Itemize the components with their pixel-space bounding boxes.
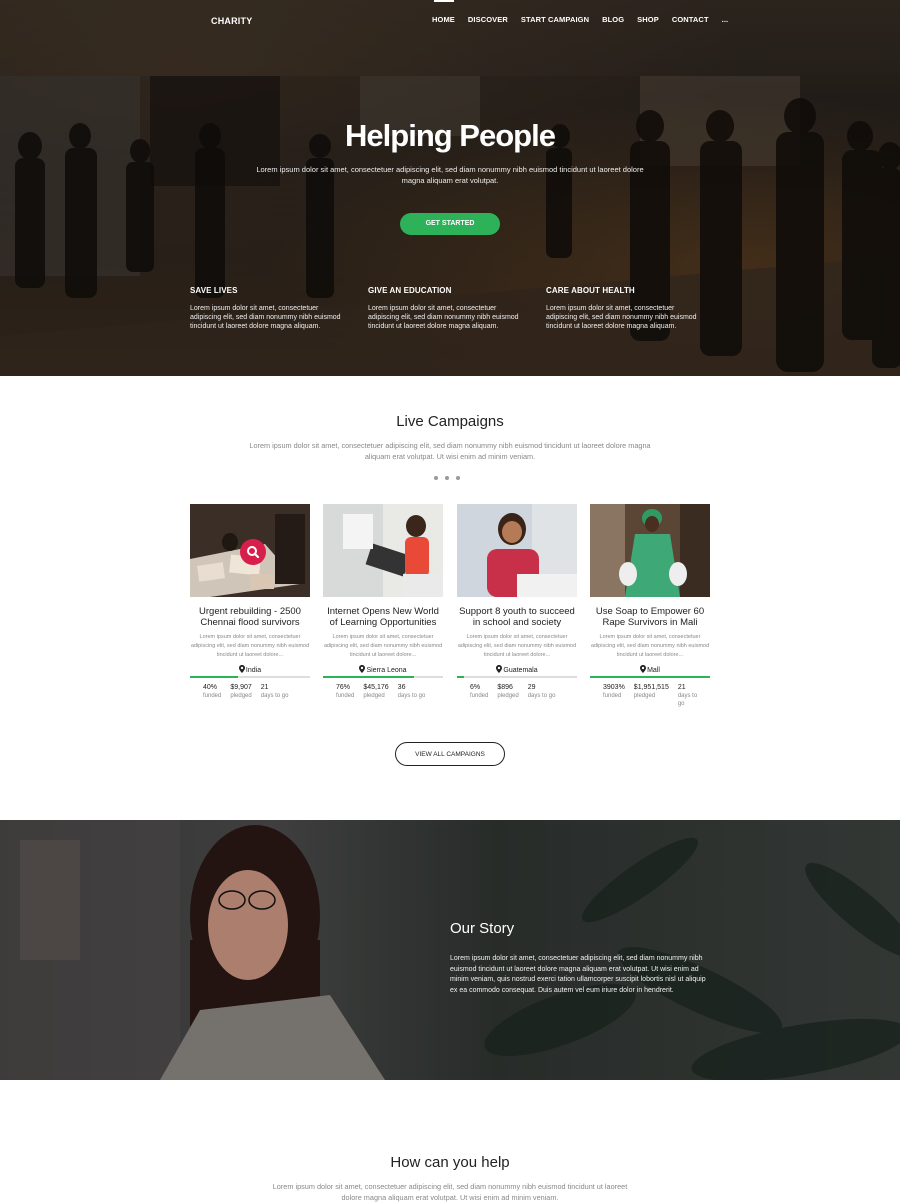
story-title: Our Story bbox=[450, 920, 515, 937]
campaigns-description: Lorem ipsum dolor sit amet, consectetuer… bbox=[249, 441, 651, 461]
campaign-stats: 6% funded $896 pledged 29 days to go bbox=[457, 684, 577, 700]
funded-label: funded bbox=[336, 693, 355, 699]
campaign-stats: 76% funded $45,176 pledged 36 days to go bbox=[323, 684, 443, 700]
campaign-image[interactable] bbox=[323, 504, 443, 597]
location-name: Sierra Leona bbox=[366, 667, 407, 674]
feature-text: Lorem ipsum dolor sit amet, consectetuer… bbox=[546, 305, 697, 330]
nav-start-campaign[interactable]: START CAMPAIGN bbox=[521, 15, 589, 24]
pledged-label: pledged bbox=[230, 693, 252, 699]
pledged-label: pledged bbox=[633, 693, 656, 699]
funded-label: funded bbox=[470, 693, 489, 699]
funded-label: funded bbox=[203, 693, 222, 699]
feature-title: GIVE AN EDUCATION bbox=[368, 286, 452, 295]
location-name: India bbox=[245, 667, 262, 674]
map-pin-icon bbox=[359, 665, 366, 673]
carousel-pager bbox=[434, 476, 460, 480]
campaign-card[interactable]: Support 8 youth to succeed in school and… bbox=[457, 504, 577, 700]
nav-blog[interactable]: BLOG bbox=[602, 15, 624, 24]
days-label: days to go bbox=[527, 693, 556, 699]
our-story-section: Our Story Lorem ipsum dolor sit amet, co… bbox=[0, 820, 900, 1080]
campaign-excerpt: Lorem ipsum dolor sit amet, consectetuer… bbox=[590, 634, 710, 658]
campaign-title[interactable]: Use Soap to Empower 60 Rape Survivors in… bbox=[590, 606, 710, 628]
campaign-title[interactable]: Urgent rebuilding - 2500 Chennai flood s… bbox=[190, 606, 310, 628]
feature-text: Lorem ipsum dolor sit amet, consectetuer… bbox=[368, 305, 519, 330]
campaign-excerpt: Lorem ipsum dolor sit amet, consectetuer… bbox=[323, 634, 443, 658]
days-label: days to go bbox=[397, 693, 426, 699]
pledged-value: $896 bbox=[497, 684, 513, 691]
campaign-image[interactable] bbox=[457, 504, 577, 597]
days-value: 21 bbox=[677, 684, 686, 691]
campaign-card[interactable]: Use Soap to Empower 60 Rape Survivors in… bbox=[590, 504, 710, 708]
funding-progress-bar bbox=[323, 676, 443, 678]
nav-shop[interactable]: SHOP bbox=[637, 15, 659, 24]
feature-education: GIVE AN EDUCATION Lorem ipsum dolor sit … bbox=[368, 286, 528, 331]
campaign-card[interactable]: Urgent rebuilding - 2500 Chennai flood s… bbox=[190, 504, 310, 700]
feature-save-lives: SAVE LIVES Lorem ipsum dolor sit amet, c… bbox=[190, 286, 350, 331]
days-value: 36 bbox=[397, 684, 406, 691]
map-pin-icon bbox=[238, 665, 245, 673]
funded-value: 3903% bbox=[603, 684, 625, 691]
main-nav: HOME DISCOVER START CAMPAIGN BLOG SHOP C… bbox=[432, 15, 728, 24]
nav-active-indicator bbox=[434, 0, 454, 2]
funded-value: 6% bbox=[470, 684, 481, 691]
location-name: Guatemala bbox=[503, 667, 538, 674]
campaign-title[interactable]: Support 8 youth to succeed in school and… bbox=[457, 606, 577, 628]
funded-value: 40% bbox=[203, 684, 218, 691]
site-logo[interactable]: CHARITY bbox=[211, 16, 252, 26]
nav-home[interactable]: HOME bbox=[432, 15, 455, 24]
days-label: days to go bbox=[260, 693, 289, 699]
story-text: Lorem ipsum dolor sit amet, consectetuer… bbox=[450, 955, 706, 994]
pledged-label: pledged bbox=[497, 693, 519, 699]
hero-title: Helping People bbox=[345, 118, 556, 153]
campaign-excerpt: Lorem ipsum dolor sit amet, consectetuer… bbox=[457, 634, 577, 658]
campaign-location: Sierra Leona bbox=[323, 665, 443, 674]
campaign-stats: 3903% funded $1,951,515 pledged 21 days to … bbox=[590, 684, 710, 708]
campaign-location: Mall bbox=[590, 665, 710, 674]
campaigns-title: Live Campaigns bbox=[396, 413, 504, 430]
campaign-image[interactable] bbox=[190, 504, 310, 597]
hero-subtitle: Lorem ipsum dolor sit amet, consectetuer… bbox=[256, 165, 644, 185]
pager-dot[interactable] bbox=[456, 476, 460, 480]
nav-more[interactable]: ... bbox=[722, 15, 729, 24]
campaign-location: India bbox=[190, 665, 310, 674]
view-all-campaigns-button[interactable]: VIEW ALL CAMPAIGNS bbox=[395, 742, 505, 766]
feature-title: SAVE LIVES bbox=[190, 286, 238, 295]
funding-progress-bar bbox=[457, 676, 577, 678]
campaign-image[interactable] bbox=[590, 504, 710, 597]
pledged-label: pledged bbox=[363, 693, 385, 699]
campaign-excerpt: Lorem ipsum dolor sit amet, consectetuer… bbox=[190, 634, 310, 658]
hero-section: CHARITY HOME DISCOVER START CAMPAIGN BLO… bbox=[0, 0, 900, 376]
pager-dot[interactable] bbox=[434, 476, 438, 480]
feature-text: Lorem ipsum dolor sit amet, consectetuer… bbox=[190, 305, 341, 330]
campaign-title[interactable]: Internet Opens New World of Learning Opp… bbox=[323, 606, 443, 628]
days-value: 21 bbox=[260, 684, 269, 691]
feature-health: CARE ABOUT HEALTH Lorem ipsum dolor sit … bbox=[546, 286, 706, 331]
campaign-card[interactable]: Internet Opens New World of Learning Opp… bbox=[323, 504, 443, 700]
pledged-value: $1,951,515 bbox=[633, 684, 669, 691]
feature-title: CARE ABOUT HEALTH bbox=[546, 286, 635, 295]
location-name: Mall bbox=[647, 667, 660, 674]
campaign-stats: 40% funded $9,907 pledged 21 days to go bbox=[190, 684, 310, 700]
map-pin-icon bbox=[640, 665, 647, 673]
search-icon[interactable] bbox=[240, 539, 266, 565]
funding-progress-bar bbox=[590, 676, 710, 678]
campaign-location: Guatemala bbox=[457, 665, 577, 674]
map-pin-icon bbox=[496, 665, 503, 673]
get-started-button[interactable]: GET STARTED bbox=[400, 213, 500, 235]
days-value: 29 bbox=[527, 684, 536, 691]
help-title: How can you help bbox=[390, 1154, 510, 1171]
pledged-value: $45,176 bbox=[363, 684, 389, 691]
nav-contact[interactable]: CONTACT bbox=[672, 15, 709, 24]
nav-discover[interactable]: DISCOVER bbox=[468, 15, 508, 24]
funded-label: funded bbox=[603, 693, 622, 699]
pledged-value: $9,907 bbox=[230, 684, 252, 691]
funded-value: 76% bbox=[336, 684, 351, 691]
funding-progress-bar bbox=[190, 676, 310, 678]
days-label: days to go bbox=[677, 693, 698, 707]
story-background-image bbox=[0, 820, 900, 1080]
pager-dot[interactable] bbox=[445, 476, 449, 480]
